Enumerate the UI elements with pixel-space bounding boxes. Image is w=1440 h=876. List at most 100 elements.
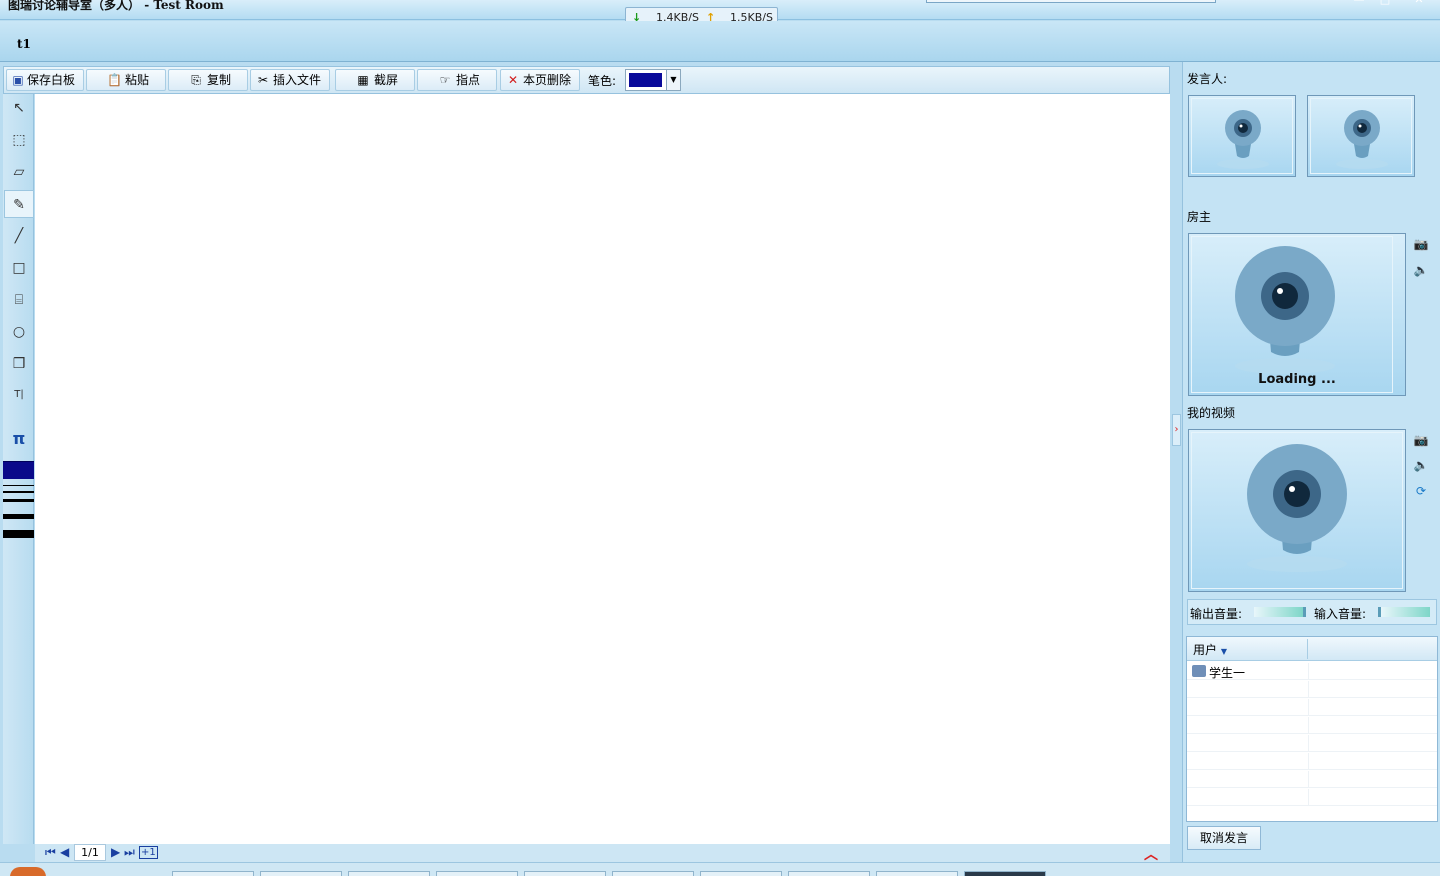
user-column-label: 用户 xyxy=(1193,643,1218,657)
next-page-icon[interactable]: ▶ xyxy=(111,845,120,859)
user-column-header[interactable]: 用户 ▼ xyxy=(1193,641,1227,658)
empty-row xyxy=(1187,753,1437,770)
loading-text: Loading ... xyxy=(1258,372,1336,387)
whiteboard-toolbar: ▣ 保存白板 📋 粘贴 ⎘ 复制 ✂ 插入文件 ▦ 截屏 ☞ 指点 ✕ 本页删除 笔色: ▼ xyxy=(3,66,1170,94)
pencil-tool[interactable]: ✎ xyxy=(4,190,34,218)
input-volume-slider[interactable] xyxy=(1378,607,1430,617)
refresh-icon[interactable]: ⟳ xyxy=(1410,481,1432,501)
taskbar-item[interactable] xyxy=(612,871,694,876)
tab-strip: t1 xyxy=(0,21,1440,62)
save-whiteboard-label: 保存白板 xyxy=(27,73,76,87)
text-tool[interactable]: T| xyxy=(4,381,34,409)
window-title: 图瑞讨论辅导室（多人） - Test Room xyxy=(8,0,224,13)
chevron-up-icon[interactable]: ︿ xyxy=(1144,844,1158,864)
taskbar-item[interactable] xyxy=(876,871,958,876)
prev-page-icon[interactable]: ◀ xyxy=(60,845,69,859)
host-speaker-icon[interactable]: 🔈 xyxy=(1410,260,1432,280)
eraser-tool[interactable]: ▱ xyxy=(4,158,34,186)
system-input-field[interactable] xyxy=(926,0,1216,3)
output-volume-label: 输出音量: xyxy=(1190,607,1243,621)
speaker-label: 发言人: xyxy=(1187,72,1228,86)
user-name: 学生一 xyxy=(1209,666,1246,680)
chevron-down-icon[interactable]: ▼ xyxy=(666,70,680,90)
scissors-icon: ✂ xyxy=(257,73,269,87)
empty-row xyxy=(1187,771,1437,788)
close-button[interactable]: ✕ xyxy=(1408,0,1430,6)
page-navigation: ⏮ ◀ 1/1 ▶ ⏭ +1 ︿ xyxy=(35,844,1170,864)
minimize-button[interactable]: — xyxy=(1348,0,1370,6)
red-x-icon: ✕ xyxy=(507,73,519,87)
rectangle-tool[interactable]: □ xyxy=(4,254,34,282)
whiteboard-canvas[interactable] xyxy=(35,94,1170,844)
circle-tool[interactable]: ○ xyxy=(4,318,34,346)
paste-button[interactable]: 📋 粘贴 xyxy=(86,69,166,91)
start-orb-icon[interactable] xyxy=(10,867,46,876)
save-whiteboard-button[interactable]: ▣ 保存白板 xyxy=(6,69,84,91)
formula-tool[interactable]: π xyxy=(4,425,34,453)
host-camera-settings-icon[interactable]: 📷 xyxy=(1410,234,1432,254)
taskbar-item[interactable] xyxy=(172,871,254,876)
select-object-tool[interactable]: ⬚ xyxy=(4,126,34,154)
cancel-speak-button[interactable]: 取消发言 xyxy=(1187,826,1261,850)
cell-divider xyxy=(1308,663,1309,680)
empty-row xyxy=(1187,789,1437,806)
my-camera-settings-icon[interactable]: 📷 xyxy=(1410,430,1432,450)
empty-row xyxy=(1187,717,1437,734)
line-width-selected[interactable] xyxy=(3,461,34,479)
my-video[interactable] xyxy=(1188,429,1406,592)
paste-label: 粘贴 xyxy=(125,73,150,87)
line-tool[interactable]: ╱ xyxy=(4,222,34,250)
cube-tool[interactable]: ❒ xyxy=(4,350,34,378)
app-title: 图瑞讨论辅导室（多人） xyxy=(8,0,141,12)
volume-bar: 输出音量: 输入音量: xyxy=(1187,599,1437,625)
cylinder-tool[interactable]: ⌸ xyxy=(4,286,34,314)
empty-row xyxy=(1187,699,1437,716)
collapse-panel-handle[interactable]: › xyxy=(1172,414,1181,446)
screenshot-label: 截屏 xyxy=(374,73,399,87)
line-width-4[interactable] xyxy=(3,514,34,519)
line-width-3[interactable] xyxy=(3,499,34,502)
speaker-video-2[interactable] xyxy=(1307,95,1415,177)
pen-color-swatch xyxy=(629,73,662,87)
last-page-icon[interactable]: ⏭ xyxy=(124,845,135,859)
taskbar-item[interactable] xyxy=(348,871,430,876)
select-arrow-tool[interactable]: ↖ xyxy=(4,94,34,122)
taskbar-item[interactable] xyxy=(436,871,518,876)
page-number: 1/1 xyxy=(74,844,106,861)
line-width-5[interactable] xyxy=(3,530,34,538)
line-width-2[interactable] xyxy=(3,491,34,493)
add-page-icon[interactable]: +1 xyxy=(139,846,158,859)
tab-t1[interactable]: t1 xyxy=(17,37,31,51)
host-video[interactable]: Loading ... xyxy=(1188,233,1406,396)
output-volume-slider[interactable] xyxy=(1254,607,1306,617)
right-panel: 发言人: 房主 Loading ... 📷 🔈 我的视频 📷 🔈 ⟳ 输出音量:… xyxy=(1182,62,1440,862)
maximize-button[interactable]: □ xyxy=(1374,0,1396,6)
taskbar-item[interactable] xyxy=(700,871,782,876)
pointer-label: 指点 xyxy=(456,73,481,87)
webcam-icon xyxy=(1235,246,1335,374)
pen-color-picker[interactable]: ▼ xyxy=(625,69,681,91)
sort-down-icon: ▼ xyxy=(1220,647,1227,656)
pointer-button[interactable]: ☞ 指点 xyxy=(417,69,497,91)
taskbar-item[interactable] xyxy=(788,871,870,876)
speaker-video-1[interactable] xyxy=(1188,95,1296,177)
taskbar-item-active[interactable] xyxy=(964,871,1046,876)
my-speaker-icon[interactable]: 🔈 xyxy=(1410,455,1432,475)
insert-file-button[interactable]: ✂ 插入文件 xyxy=(250,69,330,91)
user-row[interactable]: 学生一 xyxy=(1187,663,1437,680)
first-page-icon[interactable]: ⏮ xyxy=(45,845,56,859)
taskbar xyxy=(0,862,1440,876)
user-list: 用户 ▼ 学生一 xyxy=(1186,636,1438,822)
paste-icon: 📋 xyxy=(107,73,122,87)
taskbar-item[interactable] xyxy=(260,871,342,876)
line-width-1[interactable] xyxy=(3,485,34,486)
webcam-icon xyxy=(1336,110,1388,169)
copy-button[interactable]: ⎘ 复制 xyxy=(168,69,248,91)
delete-page-button[interactable]: ✕ 本页删除 xyxy=(500,69,580,91)
insert-file-label: 插入文件 xyxy=(273,73,322,87)
empty-row xyxy=(1187,681,1437,698)
column-divider xyxy=(1307,639,1308,659)
taskbar-item[interactable] xyxy=(524,871,606,876)
input-volume-label: 输入音量: xyxy=(1314,607,1367,621)
screenshot-button[interactable]: ▦ 截屏 xyxy=(335,69,415,91)
